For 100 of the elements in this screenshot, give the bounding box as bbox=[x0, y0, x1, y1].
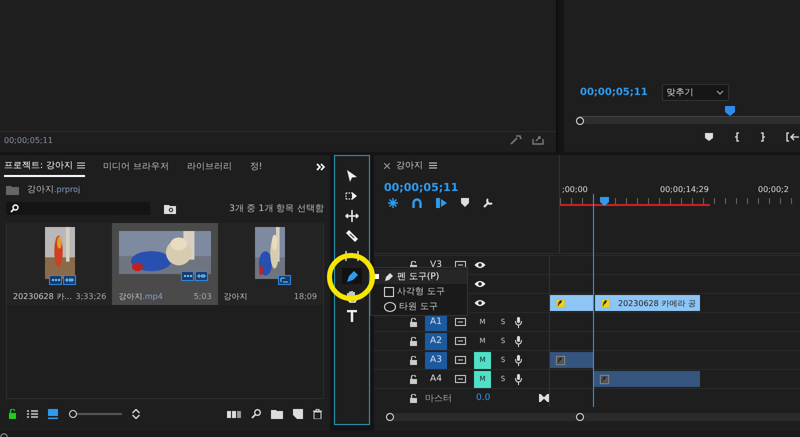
sort-icon[interactable] bbox=[132, 409, 140, 419]
lock-icon[interactable] bbox=[410, 318, 417, 326]
rectangle-icon bbox=[384, 286, 394, 296]
media-name: 강아지.mp4 bbox=[118, 290, 163, 302]
ruler-label: 00;00;14;29 bbox=[660, 185, 709, 194]
search-icon bbox=[10, 204, 19, 213]
mark-in-icon[interactable] bbox=[734, 132, 740, 142]
tool-menu-item[interactable]: 사각형 도구 bbox=[371, 284, 467, 299]
eye-icon[interactable] bbox=[474, 261, 486, 269]
fx-icon bbox=[601, 298, 610, 308]
playhead-icon[interactable] bbox=[600, 197, 609, 206]
search-field[interactable] bbox=[6, 202, 150, 215]
video-clip[interactable] bbox=[550, 295, 594, 311]
lock-icon[interactable] bbox=[410, 374, 417, 384]
video-badge-icon bbox=[49, 275, 62, 285]
nest-icon[interactable] bbox=[388, 198, 398, 208]
panel-tab[interactable]: 프로젝트: 강아지 bbox=[4, 159, 85, 177]
fx-icon bbox=[556, 298, 565, 308]
media-name: 20230628 카... bbox=[13, 290, 72, 302]
media-duration: 3;33;26 bbox=[75, 292, 106, 300]
sync-lock-icon[interactable] bbox=[455, 337, 466, 345]
lock-icon[interactable] bbox=[410, 336, 417, 346]
audio-clip[interactable] bbox=[550, 352, 593, 368]
program-timecode: 00;00;05;11 bbox=[580, 87, 648, 98]
audio-badge-icon bbox=[63, 275, 76, 285]
sync-lock-icon[interactable] bbox=[455, 356, 466, 364]
fx-icon bbox=[600, 374, 609, 384]
eye-icon[interactable] bbox=[474, 299, 486, 307]
ripple-tool-icon[interactable] bbox=[342, 208, 362, 224]
magnet-icon[interactable] bbox=[412, 198, 422, 208]
selection-status: 3개 중 1개 항목 선택함 bbox=[229, 203, 324, 215]
lock-icon[interactable] bbox=[410, 356, 417, 364]
media-item[interactable]: 강아지 18;09 bbox=[218, 223, 323, 305]
find-bin-icon[interactable] bbox=[164, 204, 176, 214]
microphone-icon[interactable] bbox=[515, 316, 522, 328]
folder-icon bbox=[6, 184, 19, 194]
media-duration: 18;09 bbox=[294, 292, 317, 300]
list-view-icon[interactable] bbox=[27, 409, 38, 419]
trash-icon[interactable] bbox=[313, 409, 322, 419]
menu-icon bbox=[76, 162, 85, 169]
clip-label: 20230628 카메라 공 bbox=[618, 298, 696, 308]
volume-value[interactable]: 0.0 bbox=[476, 393, 490, 403]
new-item-icon[interactable] bbox=[293, 409, 303, 419]
panel-tab[interactable]: 정! bbox=[250, 160, 262, 176]
project-file-name: 강아지.prproj bbox=[27, 184, 80, 196]
export-icon[interactable] bbox=[532, 135, 544, 145]
track-name[interactable]: A3 bbox=[425, 352, 447, 368]
audio-badge-icon bbox=[194, 271, 208, 281]
pen-icon bbox=[384, 272, 394, 282]
eye-icon[interactable] bbox=[474, 280, 486, 288]
panel-tab[interactable]: 라이브러리 bbox=[186, 160, 232, 176]
track-name[interactable]: A2 bbox=[425, 332, 447, 350]
program-scrollbar[interactable] bbox=[576, 117, 800, 124]
lock-icon[interactable] bbox=[410, 260, 417, 270]
icon-view-icon[interactable] bbox=[48, 409, 58, 419]
mark-out-icon[interactable] bbox=[760, 132, 766, 142]
marker-icon[interactable] bbox=[704, 132, 714, 142]
marker-icon[interactable] bbox=[461, 198, 469, 207]
fx-icon bbox=[556, 356, 565, 364]
close-icon[interactable] bbox=[384, 162, 390, 168]
track-name[interactable]: A4 bbox=[425, 370, 447, 388]
sync-lock-icon[interactable] bbox=[455, 375, 466, 383]
timeline-timecode: 00;00;05;11 bbox=[384, 181, 460, 194]
go-to-in-icon[interactable] bbox=[786, 132, 800, 142]
ruler-label: 00;00;2 bbox=[758, 185, 789, 194]
ellipse-icon bbox=[384, 302, 396, 312]
caret-icon bbox=[716, 90, 724, 95]
lock-icon[interactable] bbox=[410, 394, 417, 402]
new-bin-icon[interactable] bbox=[271, 409, 283, 419]
menu-icon[interactable] bbox=[429, 162, 437, 169]
media-item[interactable]: 강아지.mp4 5;03 bbox=[112, 223, 218, 305]
search-icon[interactable] bbox=[251, 409, 261, 419]
sequence-badge-icon bbox=[278, 275, 291, 285]
panel-tab[interactable]: 미디어 브라우저 bbox=[102, 160, 169, 176]
track-name: 마스터 bbox=[425, 392, 452, 404]
lock-icon[interactable] bbox=[8, 409, 17, 419]
sequence-tab[interactable]: 강아지 bbox=[396, 159, 423, 172]
selected-marker-icon bbox=[374, 274, 378, 279]
microphone-icon[interactable] bbox=[515, 354, 522, 366]
automate-icon[interactable] bbox=[227, 410, 241, 418]
more-panels-icon[interactable] bbox=[316, 162, 326, 174]
track-name[interactable]: V3 bbox=[430, 260, 442, 270]
tool-menu-item[interactable]: 타원 도구 bbox=[371, 299, 467, 314]
status-icon bbox=[0, 431, 8, 437]
media-item[interactable]: 20230628 카... 3;33;26 bbox=[7, 223, 112, 305]
time-ruler[interactable]: ;00;00 00;00;14;29 00;00;2 bbox=[559, 155, 800, 253]
microphone-icon[interactable] bbox=[515, 374, 522, 384]
video-badge-icon bbox=[180, 271, 194, 281]
linked-selection-icon[interactable] bbox=[436, 198, 447, 208]
zoom-dropdown[interactable]: 맞추기 bbox=[662, 84, 729, 101]
sync-lock-icon[interactable] bbox=[455, 318, 466, 326]
to-edge-icon[interactable] bbox=[539, 394, 549, 402]
source-timecode: 00;00;05;11 bbox=[4, 136, 53, 144]
video-clip[interactable]: 20230628 카메라 공 bbox=[595, 295, 700, 311]
pen-tool-icon[interactable] bbox=[342, 268, 362, 284]
tool-menu-item[interactable]: 펜 도구(P) bbox=[371, 269, 467, 284]
sync-lock-icon[interactable] bbox=[455, 261, 466, 269]
timeline-scrollbar[interactable] bbox=[386, 413, 800, 421]
microphone-icon[interactable] bbox=[515, 336, 522, 346]
audio-clip[interactable] bbox=[594, 371, 700, 387]
